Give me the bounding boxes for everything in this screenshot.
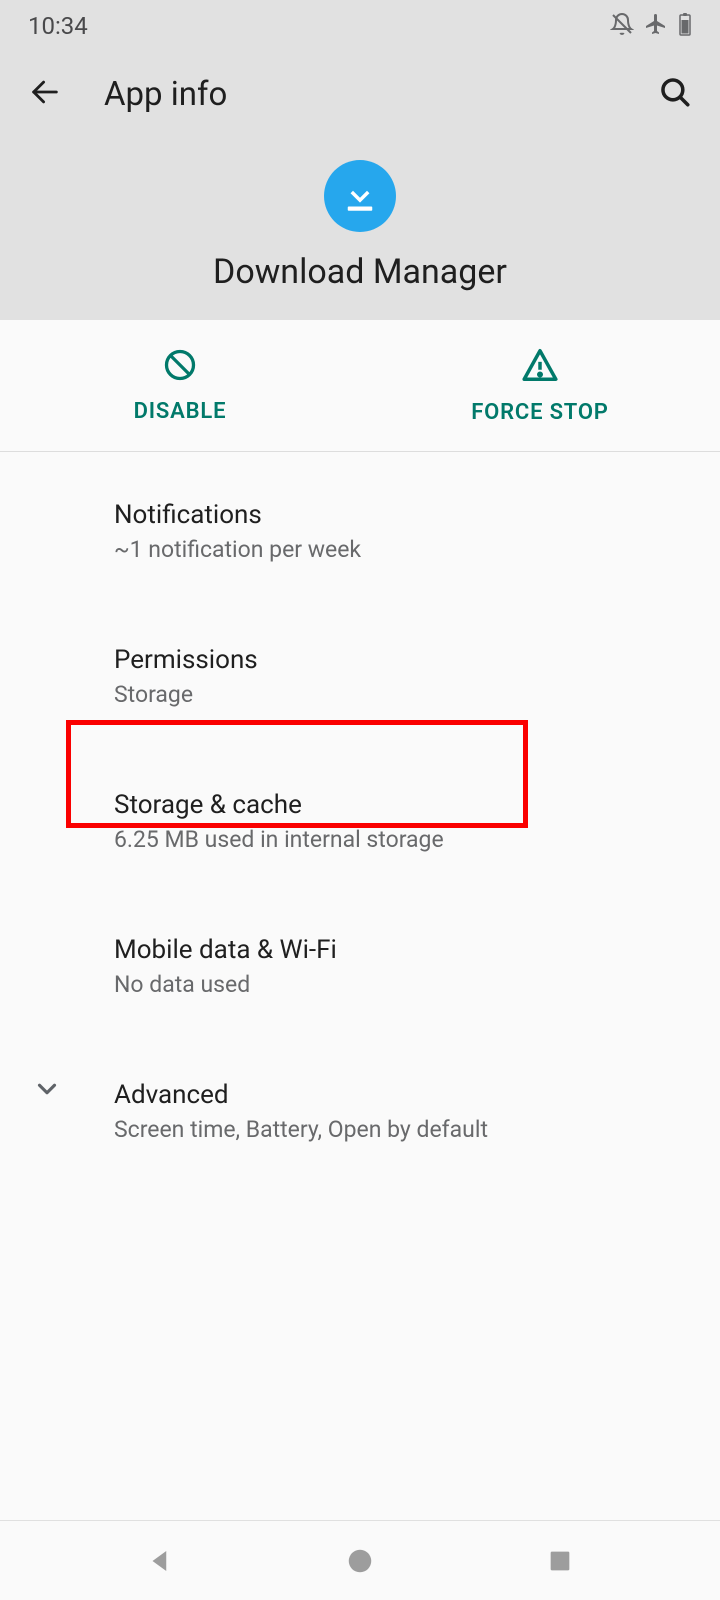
list-title: Permissions [114,643,720,678]
list-item-permissions[interactable]: Permissions Storage [0,625,720,726]
back-button[interactable] [28,75,62,113]
list-title: Storage & cache [114,788,720,823]
notifications-muted-icon [610,12,634,40]
search-button[interactable] [658,75,692,113]
list-title: Notifications [114,498,720,533]
disable-button[interactable]: DISABLE [0,320,360,451]
nav-home-button[interactable] [300,1546,420,1576]
battery-icon [678,12,692,40]
app-summary: Download Manager [0,136,720,292]
list-item-advanced[interactable]: Advanced Screen time, Battery, Open by d… [0,1060,720,1161]
list-item-storage-cache[interactable]: Storage & cache 6.25 MB used in internal… [0,770,720,871]
status-bar: 10:34 [0,0,720,52]
list-sub: 6.25 MB used in internal storage [114,826,720,853]
status-icons [610,12,692,40]
chevron-down-icon [32,1074,62,1108]
toolbar: App info [0,52,720,136]
status-time: 10:34 [28,12,88,40]
list-sub: Storage [114,681,720,708]
list-item-mobile-data-wifi[interactable]: Mobile data & Wi-Fi No data used [0,915,720,1016]
list-item-notifications[interactable]: Notifications ~1 notification per week [0,480,720,581]
action-row: DISABLE FORCE STOP [0,320,720,452]
disable-label: DISABLE [134,399,227,424]
list-sub: ~1 notification per week [114,536,720,563]
list-sub: Screen time, Battery, Open by default [114,1116,720,1143]
app-name: Download Manager [213,252,507,292]
force-stop-label: FORCE STOP [471,400,608,425]
settings-list: Notifications ~1 notification per week P… [0,452,720,1189]
header-area: App info Download Manager [0,52,720,320]
disable-icon [162,347,198,387]
airplane-mode-icon [644,12,668,40]
download-app-icon [324,160,396,232]
force-stop-button[interactable]: FORCE STOP [360,320,720,451]
nav-recent-button[interactable] [500,1547,620,1575]
list-title: Advanced [114,1078,720,1113]
navigation-bar [0,1520,720,1600]
warning-icon [521,346,559,388]
list-sub: No data used [114,971,720,998]
nav-back-button[interactable] [100,1546,220,1576]
page-title: App info [104,75,227,114]
list-title: Mobile data & Wi-Fi [114,933,720,968]
